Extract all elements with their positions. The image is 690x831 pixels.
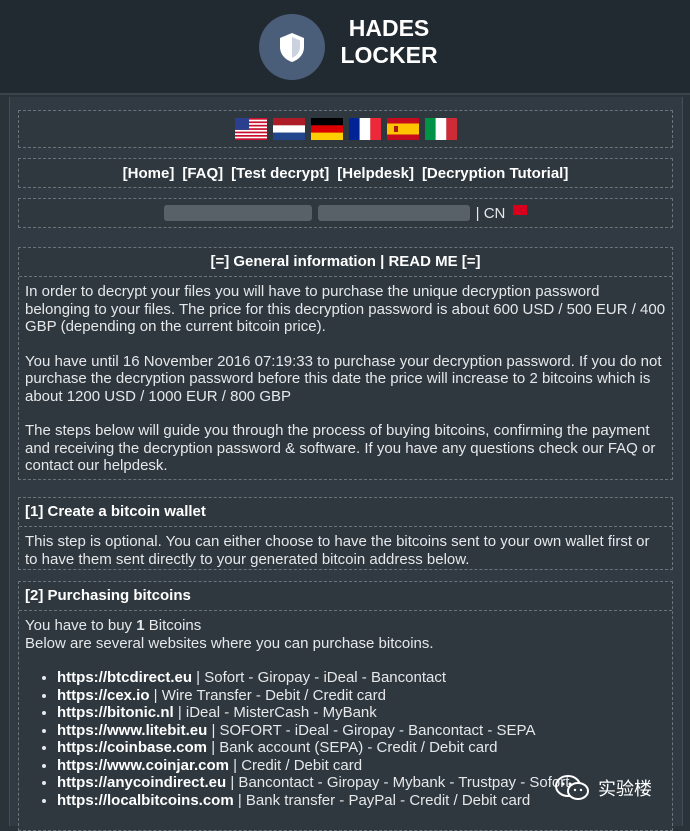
brand-line-2: LOCKER bbox=[340, 42, 438, 68]
general-info-paragraph-2: You have until 16 November 2016 07:19:33… bbox=[25, 352, 662, 405]
list-item: https://cex.io | Wire Transfer - Debit /… bbox=[57, 687, 672, 705]
redacted-ip-1 bbox=[163, 205, 312, 221]
step1-section: [1] Create a bitcoin wallet This step is… bbox=[18, 497, 673, 570]
exchange-methods: | SOFORT - iDeal - Giropay - Bancontact … bbox=[207, 721, 536, 739]
top-navigation: [Home] [FAQ] [Test decrypt] [Helpdesk] [… bbox=[18, 158, 673, 188]
brand-title: HADES LOCKER bbox=[334, 15, 444, 69]
general-info-title: [=] General information | READ ME [=] bbox=[19, 248, 672, 277]
ip-info-bar: | CN bbox=[18, 198, 673, 228]
nav-home-link[interactable]: [Home] bbox=[123, 165, 175, 182]
watermark: 实验楼 bbox=[554, 774, 652, 802]
nl-flag-icon[interactable] bbox=[272, 118, 305, 140]
buy-prefix: You have to buy bbox=[25, 617, 137, 634]
de-flag-icon[interactable] bbox=[310, 118, 343, 140]
general-info-paragraph-3: The steps below will guide you through t… bbox=[25, 422, 656, 474]
exchange-link[interactable]: https://anycoindirect.eu bbox=[57, 774, 226, 791]
exchange-methods: | Bank transfer - PayPal - Credit / Debi… bbox=[233, 791, 531, 809]
es-flag-icon[interactable] bbox=[386, 118, 419, 140]
cn-flag-icon bbox=[513, 205, 528, 215]
exchange-methods: | Wire Transfer - Debit / Credit card bbox=[149, 686, 386, 704]
nav-test-decrypt-link[interactable]: [Test decrypt] bbox=[231, 165, 329, 182]
exchange-link[interactable]: https://coinbase.com bbox=[57, 739, 207, 756]
country-label: | CN bbox=[475, 204, 506, 222]
site-header: HADES LOCKER bbox=[0, 0, 690, 95]
general-info-section: [=] General information | READ ME [=] In… bbox=[18, 247, 673, 480]
exchange-link[interactable]: https://localbitcoins.com bbox=[57, 792, 234, 809]
exchange-link[interactable]: https://cex.io bbox=[57, 687, 150, 704]
fr-flag-icon[interactable] bbox=[348, 118, 381, 140]
redacted-ip-2 bbox=[317, 205, 470, 221]
exchange-methods: | Bancontact - Giropay - Mybank - Trustp… bbox=[226, 774, 570, 791]
language-flags bbox=[18, 110, 673, 148]
step2-title: [2] Purchasing bitcoins bbox=[19, 582, 672, 611]
step2-intro: You have to buy 1 Bitcoins Below are sev… bbox=[19, 611, 672, 652]
nav-faq-link[interactable]: [FAQ] bbox=[182, 165, 223, 182]
exchange-link[interactable]: https://btcdirect.eu bbox=[57, 669, 192, 686]
step1-title: [1] Create a bitcoin wallet bbox=[19, 498, 672, 527]
exchange-methods: | iDeal - MisterCash - MyBank bbox=[173, 704, 377, 721]
shield-logo-icon bbox=[259, 14, 325, 80]
buy-suffix: Bitcoins bbox=[144, 617, 202, 634]
exchange-link[interactable]: https://www.coinjar.com bbox=[57, 757, 229, 774]
exchange-methods: | Credit / Debit card bbox=[228, 756, 363, 774]
exchange-methods: | Sofort - Giropay - iDeal - Bancontact bbox=[192, 669, 447, 686]
exchange-methods: | Bank account (SEPA) - Credit / Debit c… bbox=[207, 739, 498, 756]
it-flag-icon[interactable] bbox=[424, 118, 457, 140]
watermark-text: 实验楼 bbox=[598, 779, 652, 799]
nav-decryption-tutorial-link[interactable]: [Decryption Tutorial] bbox=[422, 165, 568, 182]
list-item: https://coinbase.com | Bank account (SEP… bbox=[57, 739, 672, 757]
list-item: https://www.litebit.eu | SOFORT - iDeal … bbox=[57, 722, 672, 740]
step1-text: This step is optional. You can either ch… bbox=[25, 533, 650, 568]
buy-amount: 1 bbox=[136, 617, 145, 634]
exchange-link[interactable]: https://www.litebit.eu bbox=[57, 722, 207, 739]
exchange-link[interactable]: https://bitonic.nl bbox=[57, 704, 174, 721]
chat-bubbles-icon bbox=[555, 775, 589, 800]
list-item: https://www.coinjar.com | Credit / Debit… bbox=[57, 757, 672, 775]
list-item: https://btcdirect.eu | Sofort - Giropay … bbox=[57, 669, 672, 687]
general-info-paragraph-1: In order to decrypt your files you will … bbox=[25, 283, 666, 335]
us-flag-icon[interactable] bbox=[234, 118, 267, 140]
brand-line-1: HADES bbox=[348, 15, 430, 41]
nav-helpdesk-link[interactable]: [Helpdesk] bbox=[337, 165, 414, 182]
list-item: https://bitonic.nl | iDeal - MisterCash … bbox=[57, 704, 672, 722]
step2-line-2: Below are several websites where you can… bbox=[25, 634, 434, 652]
